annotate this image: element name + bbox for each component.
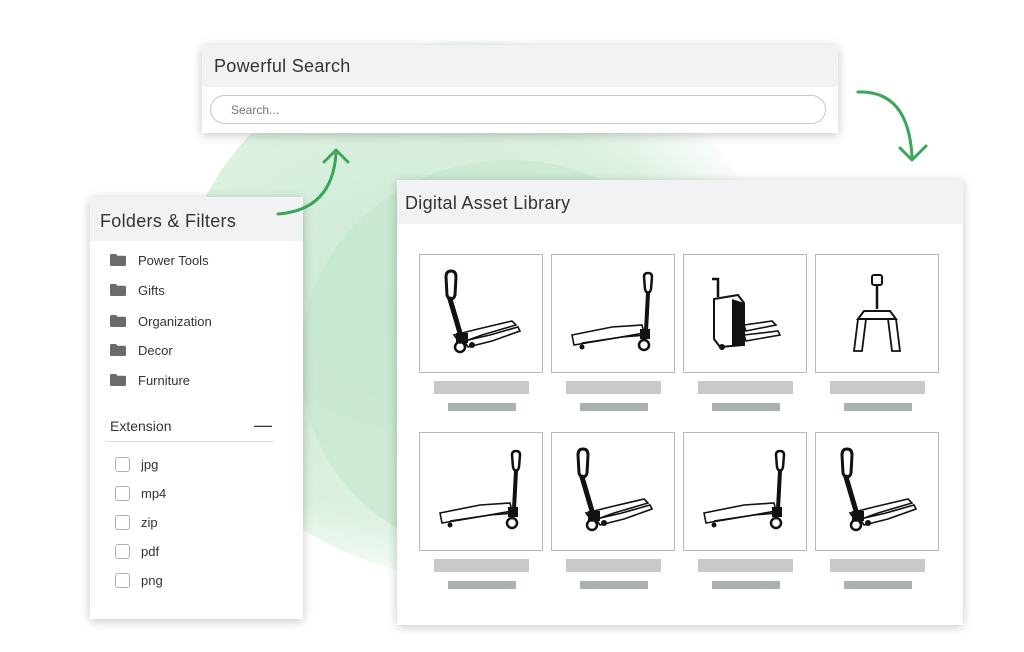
asset-tile[interactable]	[815, 432, 939, 551]
folder-label: Furniture	[138, 372, 191, 388]
checkbox-zip[interactable]	[115, 515, 130, 530]
search-panel: Powerful Search	[202, 45, 838, 133]
asset-title-placeholder	[830, 381, 925, 394]
asset-subtitle-placeholder	[844, 581, 912, 589]
folder-item-gifts[interactable]: Gifts	[110, 280, 165, 300]
asset-subtitle-placeholder	[448, 581, 516, 589]
asset-title-placeholder	[698, 381, 793, 394]
pallet-jack-icon	[576, 447, 654, 532]
folder-label: Organization	[138, 313, 212, 329]
extension-divider	[106, 441, 274, 442]
extension-option-pdf[interactable]: pdf	[115, 544, 159, 559]
asset-title-placeholder	[434, 559, 529, 572]
folder-item-organization[interactable]: Organization	[110, 311, 212, 331]
asset-subtitle-placeholder	[844, 403, 912, 411]
extension-label: mp4	[141, 486, 167, 501]
folder-icon	[110, 315, 126, 327]
asset-title-placeholder	[566, 559, 661, 572]
folder-label: Gifts	[138, 282, 165, 298]
folder-icon	[110, 284, 126, 296]
extension-label: zip	[141, 515, 158, 530]
asset-tile[interactable]	[551, 432, 675, 551]
folder-icon	[110, 344, 126, 356]
asset-subtitle-placeholder	[580, 403, 648, 411]
asset-title-placeholder	[434, 381, 529, 394]
pallet-jack-top-view-icon	[852, 274, 902, 352]
extension-label: jpg	[141, 457, 159, 472]
asset-tile[interactable]	[815, 254, 939, 373]
extension-filter-title: Extension	[110, 418, 172, 434]
asset-tile[interactable]	[683, 432, 807, 551]
folder-item-decor[interactable]: Decor	[110, 340, 173, 360]
folder-icon	[110, 254, 126, 266]
electric-pallet-jack-icon	[712, 277, 782, 350]
asset-title-placeholder	[566, 381, 661, 394]
digital-asset-library-panel: Digital Asset Library	[397, 180, 963, 625]
checkbox-png[interactable]	[115, 573, 130, 588]
extension-option-mp4[interactable]: mp4	[115, 486, 166, 501]
library-panel-title: Digital Asset Library	[397, 180, 963, 224]
asset-title-placeholder	[830, 559, 925, 572]
curved-arrow-icon	[856, 90, 928, 162]
pallet-jack-icon	[571, 271, 654, 352]
asset-tile[interactable]	[551, 254, 675, 373]
pallet-jack-icon	[703, 449, 786, 530]
asset-subtitle-placeholder	[712, 581, 780, 589]
asset-subtitle-placeholder	[712, 403, 780, 411]
asset-title-placeholder	[698, 559, 793, 572]
folder-item-power-tools[interactable]: Power Tools	[110, 250, 209, 270]
folder-item-furniture[interactable]: Furniture	[110, 370, 190, 390]
search-input[interactable]	[210, 95, 826, 124]
extension-label: pdf	[141, 544, 160, 559]
asset-tile[interactable]	[419, 254, 543, 373]
folder-label: Decor	[138, 342, 173, 358]
asset-subtitle-placeholder	[580, 581, 648, 589]
extension-option-png[interactable]: png	[115, 573, 163, 588]
asset-subtitle-placeholder	[448, 403, 516, 411]
asset-tile[interactable]	[419, 432, 543, 551]
pallet-jack-icon	[439, 449, 522, 530]
extension-option-jpg[interactable]: jpg	[115, 457, 158, 472]
collapse-minus-icon[interactable]: —	[254, 416, 272, 434]
pallet-jack-icon	[444, 269, 522, 354]
pallet-jack-icon	[840, 447, 918, 532]
folder-label: Power Tools	[138, 252, 209, 268]
folder-icon	[110, 374, 126, 386]
extension-label: png	[141, 573, 163, 588]
checkbox-jpg[interactable]	[115, 457, 130, 472]
search-panel-title: Powerful Search	[202, 45, 838, 87]
asset-tile[interactable]	[683, 254, 807, 373]
curved-arrow-icon	[276, 148, 350, 216]
checkbox-pdf[interactable]	[115, 544, 130, 559]
checkbox-mp4[interactable]	[115, 486, 130, 501]
folders-filters-panel: Folders & Filters Power Tools Gifts Orga…	[90, 197, 303, 619]
extension-option-zip[interactable]: zip	[115, 515, 158, 530]
